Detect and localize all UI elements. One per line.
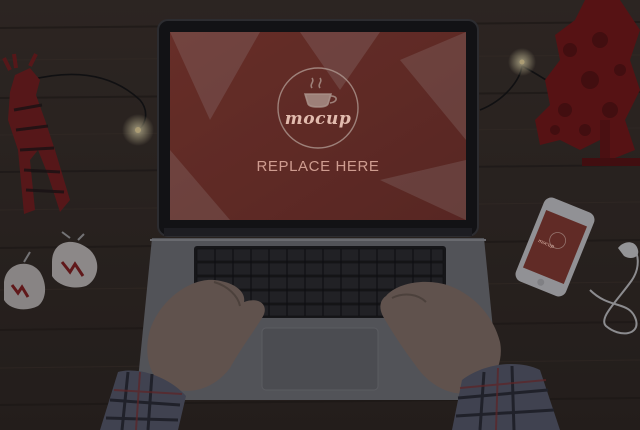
screen-caption: REPLACE HERE — [256, 158, 380, 175]
dark-overlay — [0, 0, 640, 430]
screen-logo-text: mocup — [284, 109, 352, 129]
photo-scene — [0, 0, 640, 430]
